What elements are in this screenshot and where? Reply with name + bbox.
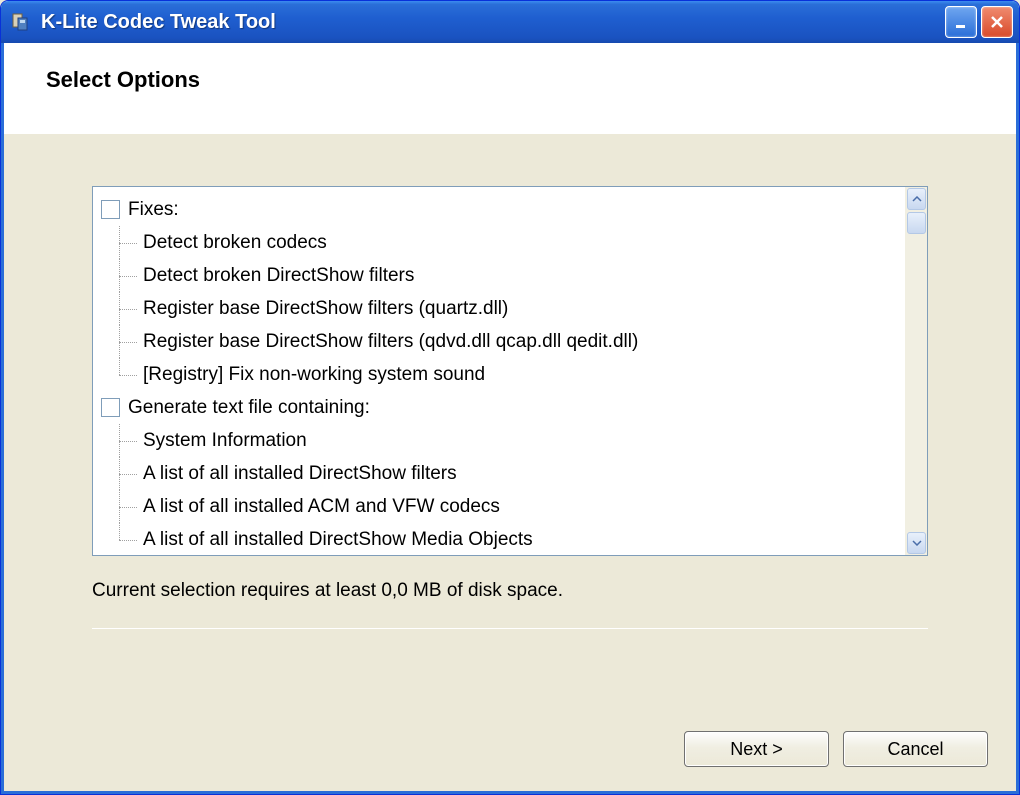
scroll-up-button[interactable]: [907, 188, 926, 210]
footer-divider: [92, 628, 928, 629]
tree-item[interactable]: [Registry] Fix non-working system sound: [113, 358, 897, 391]
tree-connector: [113, 358, 143, 391]
tree-group-label: Generate text file containing:: [128, 397, 370, 419]
tree-connector: [113, 259, 143, 292]
scroll-down-button[interactable]: [907, 532, 926, 554]
tree-connector: [113, 424, 143, 457]
header-panel: Select Options: [4, 43, 1016, 133]
tree-connector: [113, 523, 143, 555]
tree-item[interactable]: Detect broken DirectShow filters: [113, 259, 897, 292]
titlebar[interactable]: K-Lite Codec Tweak Tool: [1, 1, 1019, 43]
tree-connector: [113, 490, 143, 523]
tree-group-header[interactable]: Fixes:: [101, 193, 897, 226]
tree-item-label: [Registry] Fix non-working system sound: [143, 364, 485, 386]
tree-connector: [113, 292, 143, 325]
checkbox[interactable]: [101, 200, 120, 219]
tree-item-label: A list of all installed ACM and VFW code…: [143, 496, 500, 518]
tree-item[interactable]: A list of all installed DirectShow Media…: [113, 523, 897, 555]
checkbox[interactable]: [101, 398, 120, 417]
app-window: K-Lite Codec Tweak Tool Select Options: [0, 0, 1020, 795]
scroll-thumb[interactable]: [907, 212, 926, 234]
tree-group-header[interactable]: Generate text file containing:: [101, 391, 897, 424]
tree-item-label: A list of all installed DirectShow Media…: [143, 529, 533, 551]
page-title: Select Options: [46, 67, 986, 93]
tree-group-fixes: Fixes: Detect broken codecs D: [101, 193, 897, 391]
tree-item[interactable]: A list of all installed DirectShow filte…: [113, 457, 897, 490]
close-button[interactable]: [981, 6, 1013, 38]
tree-item-label: System Information: [143, 430, 307, 452]
window-controls: [945, 6, 1013, 38]
client-area: Select Options Fixes:: [1, 43, 1019, 794]
scroll-track[interactable]: [906, 235, 927, 531]
next-button[interactable]: Next >: [684, 731, 829, 767]
cancel-button[interactable]: Cancel: [843, 731, 988, 767]
tree-group-label: Fixes:: [128, 199, 179, 221]
tree-group-generate: Generate text file containing: System In…: [101, 391, 897, 555]
tree-item[interactable]: A list of all installed ACM and VFW code…: [113, 490, 897, 523]
tree-connector: [113, 457, 143, 490]
tree-item-label: Detect broken DirectShow filters: [143, 265, 414, 287]
tree-item[interactable]: System Information: [113, 424, 897, 457]
app-icon: [9, 10, 33, 34]
tree-item[interactable]: Register base DirectShow filters (qdvd.d…: [113, 325, 897, 358]
tree-item[interactable]: Register base DirectShow filters (quartz…: [113, 292, 897, 325]
minimize-button[interactable]: [945, 6, 977, 38]
main-panel: Fixes: Detect broken codecs D: [4, 134, 1016, 713]
tree-connector: [113, 325, 143, 358]
tree-item-label: A list of all installed DirectShow filte…: [143, 463, 457, 485]
button-bar: Next > Cancel: [4, 713, 1016, 791]
next-button-label: Next >: [730, 739, 783, 760]
tree-item-label: Register base DirectShow filters (qdvd.d…: [143, 331, 638, 353]
disk-space-status: Current selection requires at least 0,0 …: [92, 580, 928, 602]
vertical-scrollbar[interactable]: [905, 187, 927, 555]
options-tree: Fixes: Detect broken codecs D: [92, 186, 928, 556]
tree-connector: [113, 226, 143, 259]
window-title: K-Lite Codec Tweak Tool: [41, 11, 945, 34]
cancel-button-label: Cancel: [887, 739, 943, 760]
tree-item[interactable]: Detect broken codecs: [113, 226, 897, 259]
tree-viewport: Fixes: Detect broken codecs D: [93, 187, 905, 555]
tree-item-label: Detect broken codecs: [143, 232, 327, 254]
tree-item-label: Register base DirectShow filters (quartz…: [143, 298, 508, 320]
